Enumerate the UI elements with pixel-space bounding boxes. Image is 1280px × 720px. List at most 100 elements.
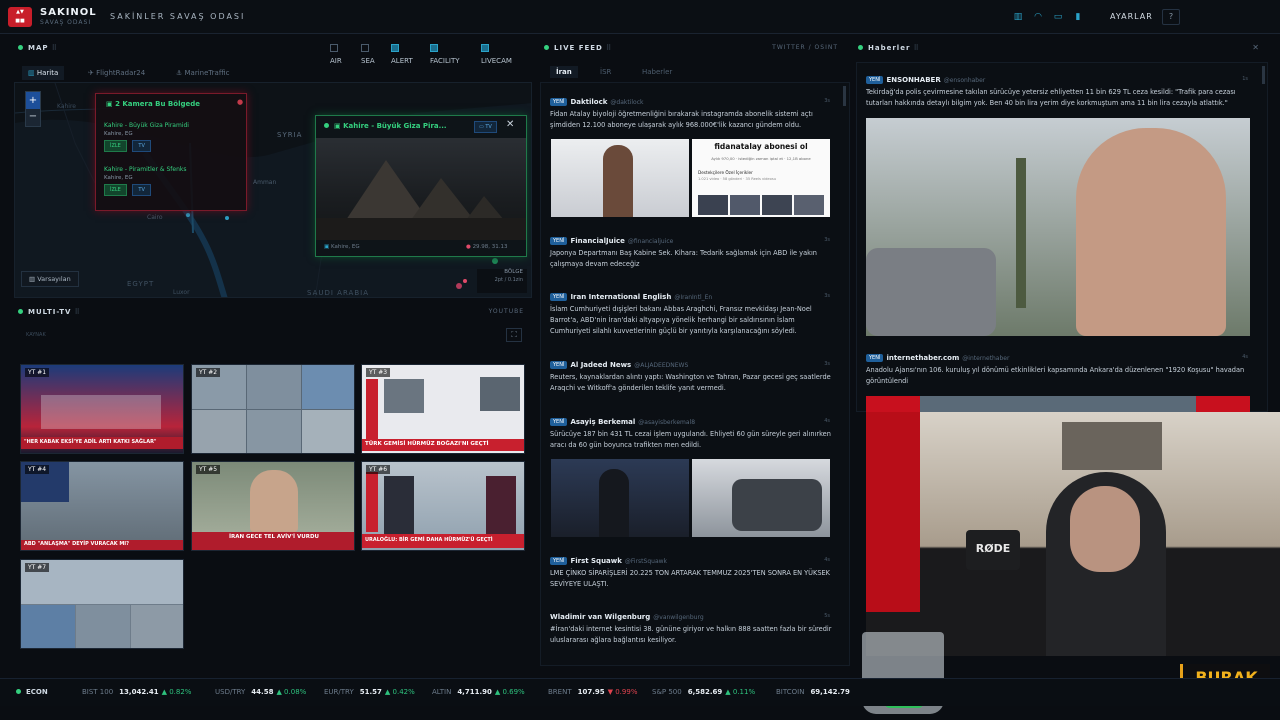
checkbox-icon[interactable]	[481, 44, 489, 52]
settings-button[interactable]: AYARLAR	[1104, 9, 1159, 25]
feed-item[interactable]: YENİ Al Jadeed News @ALJADEEDNEWS 3s Reute…	[550, 360, 832, 394]
feed-item[interactable]: YENİ Daktilock @daktilock 3s Fidan Atalay …	[550, 97, 832, 131]
news-image[interactable]	[866, 118, 1250, 336]
filter-label: LIVECAM	[481, 57, 512, 65]
tab-iran[interactable]: İran	[550, 66, 578, 78]
close-icon[interactable]: ●	[237, 98, 243, 106]
watch-button[interactable]: İZLE	[104, 140, 127, 152]
new-badge: YENİ	[550, 557, 568, 565]
feed-item[interactable]: YENİ FinancialJuice @financialjuice 3s Jap…	[550, 236, 832, 270]
tv-icon[interactable]: ▭	[1052, 11, 1064, 23]
tab-isr[interactable]: İSR	[594, 66, 617, 78]
checkbox-icon[interactable]	[361, 44, 369, 52]
checkbox-icon[interactable]	[330, 44, 338, 52]
tab-marinetraffic[interactable]: ⚓ MarineTraffic	[170, 66, 235, 80]
live-popup-title-text: Kahire - Büyük Giza Pira...	[343, 122, 447, 130]
feed-item[interactable]: YENİ Iran International English @IranIntl_…	[550, 292, 832, 337]
filter-alert[interactable]: ALERT	[391, 43, 413, 65]
map-label-saudi: SAUDI ARABIA	[307, 289, 369, 297]
tab-label: MarineTraffic	[184, 69, 230, 77]
ticker-item-value: 6,582.69	[687, 688, 723, 696]
ticker-item[interactable]: EUR/TRY 51.57 ▲ 0.42%	[324, 688, 415, 696]
region-label: BÖLGE	[504, 269, 523, 275]
tv-tile-5[interactable]: İRAN GECE TEL AVİV'İ VURDU YT #5	[191, 461, 355, 551]
live-video[interactable]	[316, 138, 526, 240]
tv-label: YT #5	[196, 465, 221, 474]
map-icon: ▥	[28, 69, 37, 77]
map-label-luxor: Luxor	[173, 289, 190, 296]
feed-text: #İran'daki internet kesintisi 38. gününe…	[550, 625, 832, 644]
feed-image[interactable]	[551, 139, 689, 217]
feed-image[interactable]	[551, 459, 689, 537]
tv-caption: ABD "ANLAŞMA" DEYİP VURACAK MI?	[21, 540, 183, 550]
tv-tile-4[interactable]: ABD "ANLAŞMA" DEYİP VURACAK MI? YT #4	[20, 461, 184, 551]
zoom-out-button[interactable]: −	[26, 109, 40, 126]
checkbox-icon[interactable]	[430, 44, 438, 52]
tab-flightradar[interactable]: ✈ FlightRadar24	[82, 66, 151, 80]
news-close-button[interactable]: ✕	[1252, 40, 1260, 56]
news-image[interactable]	[866, 396, 1250, 412]
presenter-image	[486, 476, 516, 534]
watch-button[interactable]: İZLE	[104, 184, 127, 196]
close-button[interactable]: ✕	[506, 119, 514, 130]
tv-button[interactable]: TV	[132, 184, 151, 196]
ticker-item-name: USD/TRY	[215, 688, 246, 696]
feed-item[interactable]: YENİ Asayiş Berkemal @asayisberkemal8 4s S…	[550, 417, 832, 451]
camera-grid-image	[21, 560, 183, 648]
zoom-in-button[interactable]: +	[26, 92, 40, 109]
news-text: Tekirdağ'da polis çevirmesine takılan sü…	[866, 88, 1236, 107]
news-header: Haberler ⠿ ✕	[858, 40, 1260, 56]
ticker-item[interactable]: BIST 100 13,042.41 ▲ 0.82%	[82, 688, 191, 696]
tab-harita[interactable]: ▥ Harita	[22, 66, 65, 80]
card-thumbnails	[698, 195, 824, 215]
map-tabs: ▥ Harita ✈ FlightRadar24 ⚓ MarineTraffic	[18, 66, 530, 80]
checkbox-icon[interactable]	[391, 44, 399, 52]
chart-icon[interactable]: ▮	[1072, 11, 1084, 23]
filter-facility[interactable]: FACILITY	[430, 43, 460, 65]
tv-tile-2[interactable]: YT #2	[191, 364, 355, 454]
filter-livecam[interactable]: LIVECAM	[481, 43, 512, 65]
help-button[interactable]: ?	[1162, 9, 1180, 25]
news-item[interactable]: YENİ ENSONHABER @ensonhaber 1s Tekirdağ'da…	[866, 75, 1250, 109]
feed-handle: @FirstSquawk	[624, 558, 668, 565]
default-view-button[interactable]: ▥ Varsayılan	[21, 271, 79, 287]
ticker-item[interactable]: USD/TRY 44.58 ▲ 0.08%	[215, 688, 306, 696]
fullscreen-button[interactable]: ⛶	[506, 328, 522, 342]
filter-sea[interactable]: SEA	[361, 43, 375, 65]
tv-button[interactable]: ▭ TV	[474, 121, 497, 133]
live-popup-coords: ● 29.98, 31.13	[466, 244, 508, 250]
ticker-item[interactable]: S&P 500 6,582.69 ▲ 0.11%	[652, 688, 755, 696]
ticker-item-change: ▲ 0.69%	[494, 688, 525, 696]
camera-item[interactable]: Kahire - Büyük Giza Piramidi Kahire, EG …	[104, 122, 240, 152]
feed-author: Al Jadeed News	[570, 361, 632, 369]
tv-tile-3[interactable]: TÜRK GEMİSİ HÜRMÜZ BOĞAZI'NI GEÇTİ YT #3	[361, 364, 525, 454]
ticker-item[interactable]: BRENT 107.95 ▼ 0.99%	[548, 688, 637, 696]
feed-item[interactable]: Wladimir van Wilgenburg @vanwilgenburg 5s…	[550, 612, 832, 646]
map-canvas[interactable]: + − Kahire SYRIA Amman Cairo EGYPT Luxor…	[14, 82, 532, 298]
feed-time: 3s	[824, 293, 830, 299]
filter-label: SEA	[361, 57, 375, 65]
feed-image[interactable]: fidanatalay abonesi ol Aylık 970,00 · is…	[692, 139, 830, 217]
ticker-item[interactable]: ALTIN 4,711.90 ▲ 0.69%	[432, 688, 525, 696]
page-title: SAKİNLER SAVAŞ ODASI	[110, 12, 246, 21]
tv-button[interactable]: TV	[132, 140, 151, 152]
filter-air[interactable]: AIR	[330, 43, 342, 65]
tv-tile-7[interactable]: YT #7	[20, 559, 184, 649]
feed-text: LME ÇİNKO SİPARİŞLERİ 20.225 TON ARTARAK…	[550, 569, 831, 588]
tv-label: YT #7	[25, 563, 50, 572]
feed-item[interactable]: YENİ First Squawk @FirstSquawk 4s LME ÇİNK…	[550, 556, 832, 590]
tab-haberler[interactable]: Haberler	[636, 66, 678, 78]
rss-icon[interactable]: ◠	[1032, 11, 1044, 23]
mic-brand: RØDE	[975, 542, 1011, 555]
ticker-item-value: 107.95	[577, 688, 605, 696]
camera-item[interactable]: Kahire - Piramitler & Sfenks Kahire, EG …	[104, 166, 240, 196]
camera-grid-image	[192, 365, 354, 453]
map-icon[interactable]: ▥	[1012, 11, 1024, 23]
feed-image[interactable]	[692, 459, 830, 537]
news-scrollbar[interactable]	[1262, 66, 1265, 84]
tv-tile-1[interactable]: "HER KABAK EKSİ'YE ADİL ARTI KATKI SAĞLA…	[20, 364, 184, 454]
feed-scrollbar[interactable]	[843, 86, 846, 106]
tv-tile-6[interactable]: URALOĞLU: BİR GEMİ DAHA HÜRMÜZ'Ü GEÇTİ Y…	[361, 461, 525, 551]
ticker-item[interactable]: BITCOIN 69,142.79	[776, 688, 853, 696]
news-item[interactable]: YENİ internethaber.com @internethaber 4s A…	[866, 353, 1250, 387]
